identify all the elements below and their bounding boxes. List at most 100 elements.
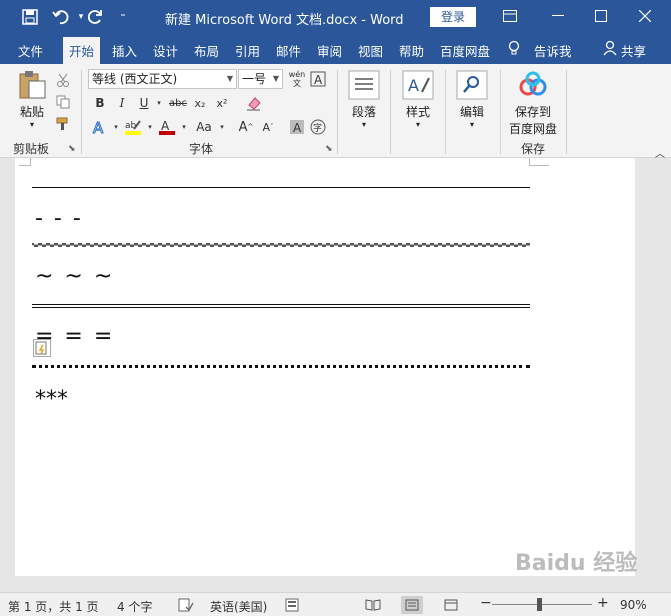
character-border-icon[interactable]: A — [308, 69, 328, 89]
italic-button[interactable]: I — [112, 93, 132, 113]
styles-dropdown-icon[interactable]: ▾ — [400, 120, 436, 129]
read-mode-icon[interactable] — [362, 596, 384, 614]
editing-button[interactable]: 编辑 ▾ — [454, 70, 490, 129]
character-shading-icon[interactable]: A — [287, 117, 307, 137]
phonetic-guide-button[interactable]: wén文 — [287, 69, 307, 89]
subscript-button[interactable]: x₂ — [190, 93, 210, 113]
undo-icon[interactable] — [50, 7, 72, 27]
font-launcher-icon[interactable]: ⬊ — [325, 144, 335, 154]
clear-formatting-icon[interactable] — [244, 93, 264, 113]
zoom-slider[interactable] — [492, 604, 592, 605]
tab-insert[interactable]: 插入 — [112, 41, 137, 60]
share-button[interactable]: 共享 — [621, 41, 646, 60]
change-case-dropdown-icon[interactable]: ▾ — [212, 117, 232, 137]
magnifier-icon — [456, 70, 488, 100]
svg-text:A: A — [293, 121, 302, 135]
tab-design[interactable]: 设计 — [153, 41, 178, 60]
editing-dropdown-icon[interactable]: ▾ — [454, 120, 490, 129]
document-page[interactable]: - - - ~ ~ ~ = = = *** — [15, 158, 635, 576]
page-count[interactable]: 第 1 页，共 1 页 — [8, 598, 99, 615]
tab-layout[interactable]: 布局 — [194, 41, 219, 60]
tab-review[interactable]: 审阅 — [317, 41, 342, 60]
tab-mailings[interactable]: 邮件 — [276, 41, 301, 60]
horizontal-scrollbar[interactable] — [0, 576, 671, 592]
paste-button[interactable]: 粘贴 ▾ — [14, 70, 50, 129]
editing-label: 编辑 — [459, 105, 484, 119]
document-line-2: ~ ~ ~ — [35, 264, 115, 289]
cut-icon[interactable] — [53, 70, 73, 90]
save-to-baidu-button[interactable]: 保存到 百度网盘 — [505, 70, 561, 137]
zoom-slider-thumb[interactable] — [537, 598, 542, 611]
zoom-out-button[interactable]: − — [480, 595, 492, 611]
save-label-line1: 保存到 — [514, 105, 551, 119]
paste-label: 粘贴 — [19, 105, 44, 119]
font-size-value: 一号 — [242, 72, 267, 86]
font-group-label: 字体 — [189, 142, 214, 156]
ribbon-display-options-icon[interactable] — [495, 5, 525, 27]
save-label-line2: 百度网盘 — [508, 122, 557, 136]
word-count[interactable]: 4 个字 — [117, 598, 152, 615]
copy-icon[interactable] — [53, 92, 73, 112]
baidu-netdisk-icon — [517, 70, 549, 100]
tab-baidu-netdisk[interactable]: 百度网盘 — [440, 41, 490, 60]
font-size-combo[interactable]: 一号 ▼ — [238, 69, 283, 89]
svg-text:A: A — [408, 76, 419, 95]
tab-home[interactable]: 开始 — [63, 37, 101, 64]
print-layout-icon[interactable] — [401, 596, 423, 614]
font-name-combo[interactable]: 等线 (西文正文) ▼ — [88, 69, 237, 89]
tab-file[interactable]: 文件 — [18, 41, 43, 60]
document-area: - - - ~ ~ ~ = = = *** — [0, 158, 671, 592]
customize-qat-icon[interactable]: ⁼ — [112, 7, 134, 27]
close-icon[interactable] — [630, 5, 660, 27]
margin-mark-right — [529, 158, 549, 166]
tab-view[interactable]: 视图 — [358, 41, 383, 60]
font-name-value: 等线 (西文正文) — [92, 72, 178, 86]
login-button[interactable]: 登录 — [430, 7, 476, 27]
status-bar: 第 1 页，共 1 页 4 个字 英语(美国) − + 90% — [0, 592, 671, 616]
bold-button[interactable]: B — [90, 93, 110, 113]
superscript-button[interactable]: x² — [212, 93, 232, 113]
autocorrect-options-icon[interactable] — [33, 339, 51, 357]
tell-me-search[interactable]: 告诉我 — [534, 41, 572, 60]
strikethrough-button[interactable]: abc — [166, 93, 190, 113]
proofing-icon[interactable] — [178, 598, 194, 615]
save-group-label: 保存 — [521, 142, 546, 156]
paragraph-label: 段落 — [351, 105, 376, 119]
font-size-dropdown-icon[interactable]: ▼ — [273, 70, 279, 88]
minimize-icon[interactable] — [543, 5, 573, 27]
shrink-font-label: A — [262, 120, 271, 134]
tab-references[interactable]: 引用 — [235, 41, 260, 60]
font-name-dropdown-icon[interactable]: ▼ — [227, 70, 233, 88]
paste-dropdown-icon[interactable]: ▾ — [14, 120, 50, 129]
shrink-font-button[interactable]: Aˇ — [258, 117, 278, 137]
vertical-scrollbar[interactable] — [635, 158, 671, 592]
save-icon[interactable] — [19, 7, 41, 27]
redo-icon[interactable] — [85, 7, 107, 27]
wavy-border-line — [32, 243, 530, 247]
shrink-caret-icon: ˇ — [270, 123, 274, 131]
font-color-dropdown-icon[interactable]: ▾ — [174, 117, 194, 137]
lightbulb-icon — [508, 40, 520, 59]
paragraph-icon — [348, 70, 380, 100]
paragraph-button[interactable]: 段落 ▾ — [346, 70, 382, 129]
dotted-border-line — [32, 365, 530, 368]
paragraph-dropdown-icon[interactable]: ▾ — [346, 120, 382, 129]
format-painter-icon[interactable] — [53, 114, 73, 134]
grow-font-button[interactable]: A ^ — [236, 117, 256, 137]
svg-text:A: A — [314, 73, 323, 87]
person-icon — [603, 40, 617, 59]
macro-record-icon[interactable] — [285, 598, 299, 615]
grow-font-label: A — [238, 119, 248, 135]
enclose-characters-icon[interactable]: 字 — [308, 117, 328, 137]
zoom-level[interactable]: 90% — [620, 598, 647, 612]
grow-caret-icon: ^ — [247, 123, 254, 131]
clipboard-launcher-icon[interactable]: ⬊ — [68, 144, 78, 154]
document-line-4: *** — [35, 387, 68, 412]
language-indicator[interactable]: 英语(美国) — [210, 598, 267, 615]
styles-button[interactable]: A 样式 ▾ — [400, 70, 436, 129]
maximize-icon[interactable] — [586, 5, 616, 27]
web-layout-icon[interactable] — [440, 596, 462, 614]
zoom-in-button[interactable]: + — [597, 595, 609, 611]
tab-help[interactable]: 帮助 — [399, 41, 424, 60]
ribbon-tabs: 文件 开始 插入 设计 布局 引用 邮件 审阅 视图 帮助 百度网盘 告诉我 共… — [0, 34, 671, 64]
